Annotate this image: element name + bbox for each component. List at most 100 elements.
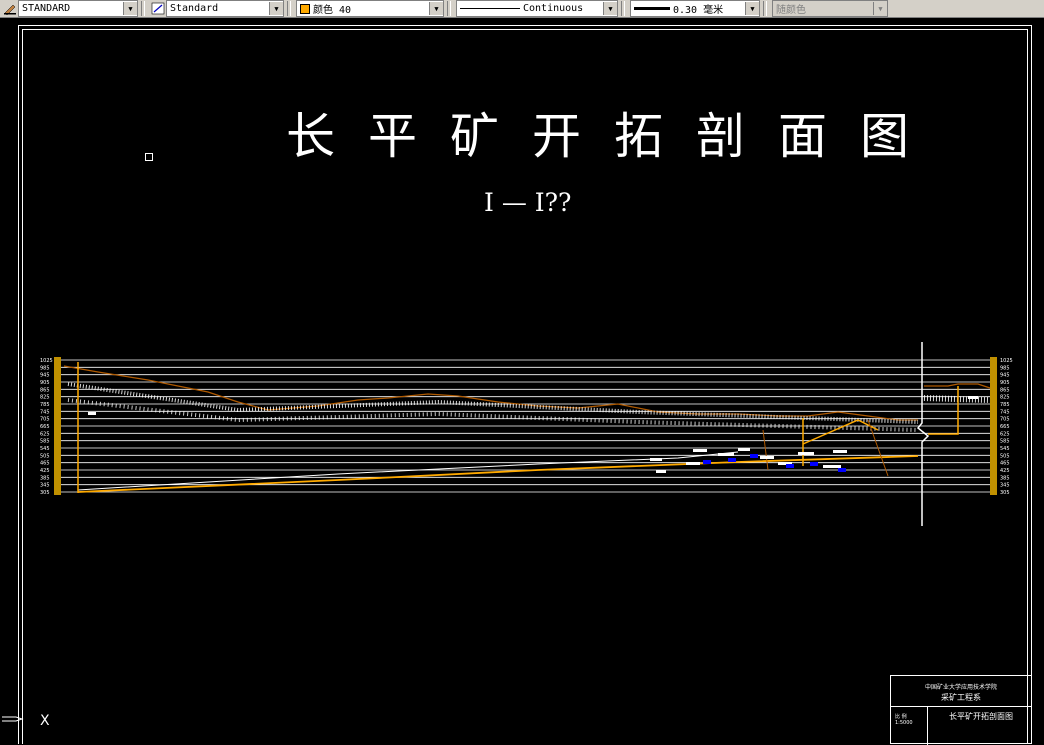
roadway: [693, 449, 707, 452]
scale-label: 比 例: [895, 714, 907, 720]
elevation-label-right: 1025: [1000, 358, 1013, 364]
chevron-down-icon[interactable]: ▼: [745, 2, 759, 15]
department-name: 采矿工程系: [941, 693, 981, 702]
elevation-label-right: 945: [1000, 373, 1010, 379]
elevation-label-left: 705: [40, 417, 50, 423]
elevation-label-left: 345: [40, 483, 50, 489]
properties-toolbar: STANDARD ▼ Standard ▼ 颜色 40 ▼ Continuous…: [0, 0, 1044, 18]
roadway: [738, 448, 750, 451]
elevation-label-right: 825: [1000, 395, 1010, 401]
color-value: 颜色 40: [313, 5, 352, 16]
roadway: [760, 456, 774, 459]
dimension-style-icon[interactable]: [150, 1, 166, 16]
elevation-label-right: 305: [1000, 490, 1010, 496]
elevation-label-left: 785: [40, 402, 50, 408]
lineweight-value: 0.30 毫米: [673, 5, 724, 16]
lineweight-preview: [634, 7, 670, 10]
coal-seam: [77, 455, 919, 493]
dimension-style-select[interactable]: Standard ▼: [166, 0, 284, 17]
elevation-label-left: 665: [40, 424, 50, 430]
title-block-divider: [927, 706, 928, 745]
elevation-label-right: 785: [1000, 402, 1010, 408]
elevation-label-left: 625: [40, 431, 50, 437]
elevation-label-right: 505: [1000, 453, 1010, 459]
lineweight-select[interactable]: 0.30 毫米 ▼: [630, 0, 760, 17]
terrain-line-right: [924, 383, 991, 389]
color-swatch: [300, 3, 310, 14]
elevation-label-left: 305: [40, 490, 50, 496]
roadway: [833, 450, 847, 453]
elevation-label-right: 665: [1000, 424, 1010, 430]
roadway: [656, 470, 666, 473]
roadway: [718, 453, 734, 456]
toolbar-separator: [141, 1, 145, 16]
elevation-label-left: 745: [40, 409, 50, 415]
roadway: [798, 452, 814, 455]
elevation-label-right: 705: [1000, 417, 1010, 423]
elevation-label-right: 905: [1000, 380, 1010, 386]
title-block: 中国矿业大学应用技术学院 采矿工程系 比 例 1:5000 长平矿开拓剖面图: [890, 675, 1032, 745]
drawing-title: 长平矿开拓剖面图: [286, 108, 943, 165]
elevation-label-right: 425: [1000, 468, 1010, 474]
right-scale-bar: [990, 357, 997, 495]
elevation-label-left: 985: [40, 365, 50, 371]
elevation-label-right: 985: [1000, 365, 1010, 371]
roadway: [686, 462, 700, 465]
right-shaft: [928, 386, 959, 435]
ucs-icon: X: [2, 705, 52, 735]
color-select[interactable]: 颜色 40 ▼: [296, 0, 444, 17]
elevation-label-left: 545: [40, 446, 50, 452]
elevation-label-right: 585: [1000, 439, 1010, 445]
roadway: [786, 464, 794, 468]
elevation-label-left: 505: [40, 453, 50, 459]
drawing-name: 长平矿开拓剖面图: [949, 712, 1013, 721]
roadway: [810, 462, 818, 466]
elevation-label-right: 465: [1000, 461, 1010, 467]
roadway: [838, 468, 846, 472]
chevron-down-icon[interactable]: ▼: [123, 2, 137, 15]
svg-text:X: X: [40, 713, 50, 729]
toolbar-separator: [287, 1, 291, 16]
elevation-label-left: 825: [40, 395, 50, 401]
fault-line: [762, 429, 769, 471]
elevation-label-left: 865: [40, 387, 50, 393]
linetype-value: Continuous: [523, 3, 584, 14]
text-style-select[interactable]: STANDARD ▼: [18, 0, 138, 17]
roadway: [650, 458, 662, 461]
dimension-style-value: Standard: [170, 3, 219, 14]
roadway: [823, 465, 841, 468]
toolbar-separator: [763, 1, 767, 16]
chevron-down-icon[interactable]: ▼: [873, 2, 887, 15]
roadway: [968, 396, 978, 399]
chevron-down-icon[interactable]: ▼: [603, 2, 617, 15]
plot-style-select[interactable]: 随颜色 ▼: [772, 0, 888, 17]
text-style-icon[interactable]: [2, 1, 18, 16]
title-block-divider: [891, 706, 1031, 707]
elevation-label-right: 745: [1000, 409, 1010, 415]
elevation-label-left: 585: [40, 439, 50, 445]
break-line: [916, 342, 930, 526]
terrain-line: [63, 365, 918, 421]
plot-style-value: 随颜色: [776, 5, 806, 16]
scale-field: 比 例 1:5000: [895, 713, 913, 726]
elevation-label-right: 625: [1000, 431, 1010, 437]
school-name: 中国矿业大学应用技术学院: [924, 684, 997, 691]
roadway: [88, 412, 96, 415]
elevation-label-left: 385: [40, 475, 50, 481]
scale-value: 1:5000: [895, 720, 913, 726]
toolbar-separator: [621, 1, 625, 16]
roadway: [728, 458, 736, 462]
cursor-pickbox: [145, 153, 153, 161]
elevation-label-right: 385: [1000, 475, 1010, 481]
drawing-subtitle: I — I??: [484, 188, 572, 217]
elevation-label-right: 545: [1000, 446, 1010, 452]
linetype-preview: [460, 8, 520, 9]
elevation-label-left: 425: [40, 468, 50, 474]
linetype-select[interactable]: Continuous ▼: [456, 0, 618, 17]
chevron-down-icon[interactable]: ▼: [269, 2, 283, 15]
cross-section-profile: 1025 985 945 905 865 825 785 745 705 665 625 585 545…: [38, 340, 1018, 530]
section-drawing: 1025985945905865825785745705665625585545…: [40, 342, 1013, 526]
chevron-down-icon[interactable]: ▼: [429, 2, 443, 15]
elevation-label-left: 945: [40, 373, 50, 379]
elevation-label-right: 865: [1000, 387, 1010, 393]
